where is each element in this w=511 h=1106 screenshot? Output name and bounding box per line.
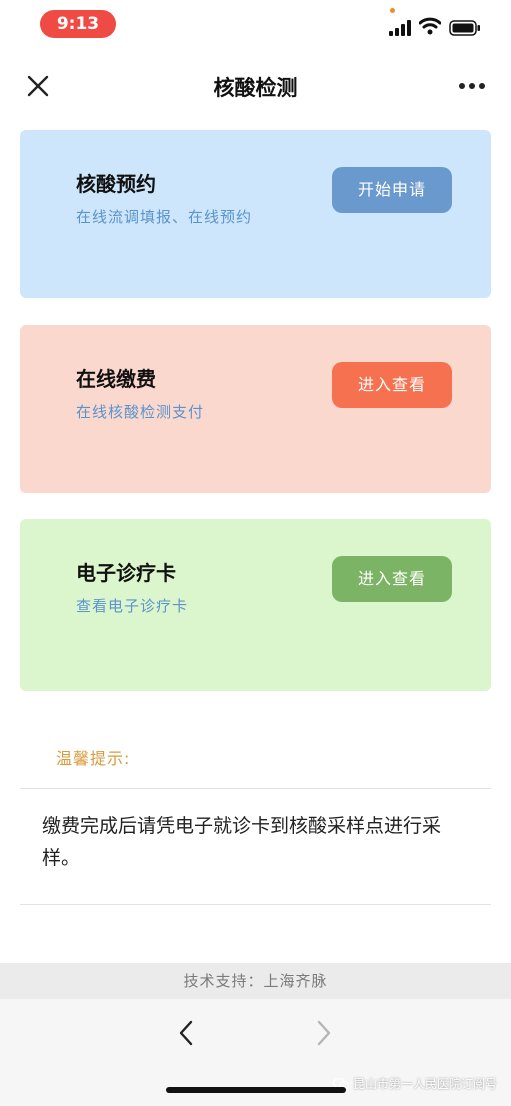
tips-text: 缴费完成后请凭电子就诊卡到核酸采样点进行采样。	[42, 815, 442, 869]
forward-icon[interactable]	[314, 1019, 334, 1047]
more-icon[interactable]	[458, 82, 486, 90]
tech-support-text: 技术支持：上海齐脉	[183, 972, 328, 990]
card-nucleic-appointment: 核酸预约 在线流调填报、在线预约 开始申请	[20, 130, 491, 298]
divider	[20, 788, 491, 789]
card-title: 在线缴费	[76, 367, 156, 391]
tips-label: 温馨提示:	[56, 749, 131, 768]
battery-icon	[449, 20, 480, 36]
status-bar: 9:13	[0, 0, 511, 46]
privacy-indicator-dot	[390, 8, 395, 13]
tech-support-bar: 技术支持：上海齐脉	[0, 963, 511, 999]
signal-icon	[389, 20, 411, 36]
card-electronic-medical-card: 电子诊疗卡 查看电子诊疗卡 进入查看	[20, 519, 491, 691]
page-title: 核酸检测	[213, 76, 298, 100]
card-subtitle: 在线流调填报、在线预约	[76, 208, 253, 226]
enter-medical-card-button[interactable]: 进入查看	[332, 556, 452, 602]
start-application-button[interactable]: 开始申请	[332, 167, 452, 213]
watermark-text: 昆山市第一人民医院订阅号	[352, 1077, 497, 1091]
wifi-icon	[419, 17, 441, 35]
status-time: 9:13	[40, 10, 116, 38]
nav-bar: 核酸检测	[0, 60, 511, 112]
card-online-payment: 在线缴费 在线核酸检测支付 进入查看	[20, 325, 491, 493]
page: 9:13 核酸检测 核酸预约 在线流调填报、在线预约 开始申请 在线缴费 在线核…	[0, 0, 511, 1106]
card-title: 电子诊疗卡	[76, 561, 176, 585]
card-subtitle: 在线核酸检测支付	[76, 403, 205, 421]
enter-payment-button[interactable]: 进入查看	[332, 362, 452, 408]
watermark: 昆山市第一人民医院订阅号	[332, 1075, 497, 1092]
card-subtitle: 查看电子诊疗卡	[76, 597, 189, 615]
divider	[20, 904, 491, 905]
back-icon[interactable]	[176, 1019, 196, 1047]
card-title: 核酸预约	[76, 172, 156, 196]
browser-toolbar: 昆山市第一人民医院订阅号	[0, 999, 511, 1106]
home-indicator	[166, 1087, 346, 1093]
